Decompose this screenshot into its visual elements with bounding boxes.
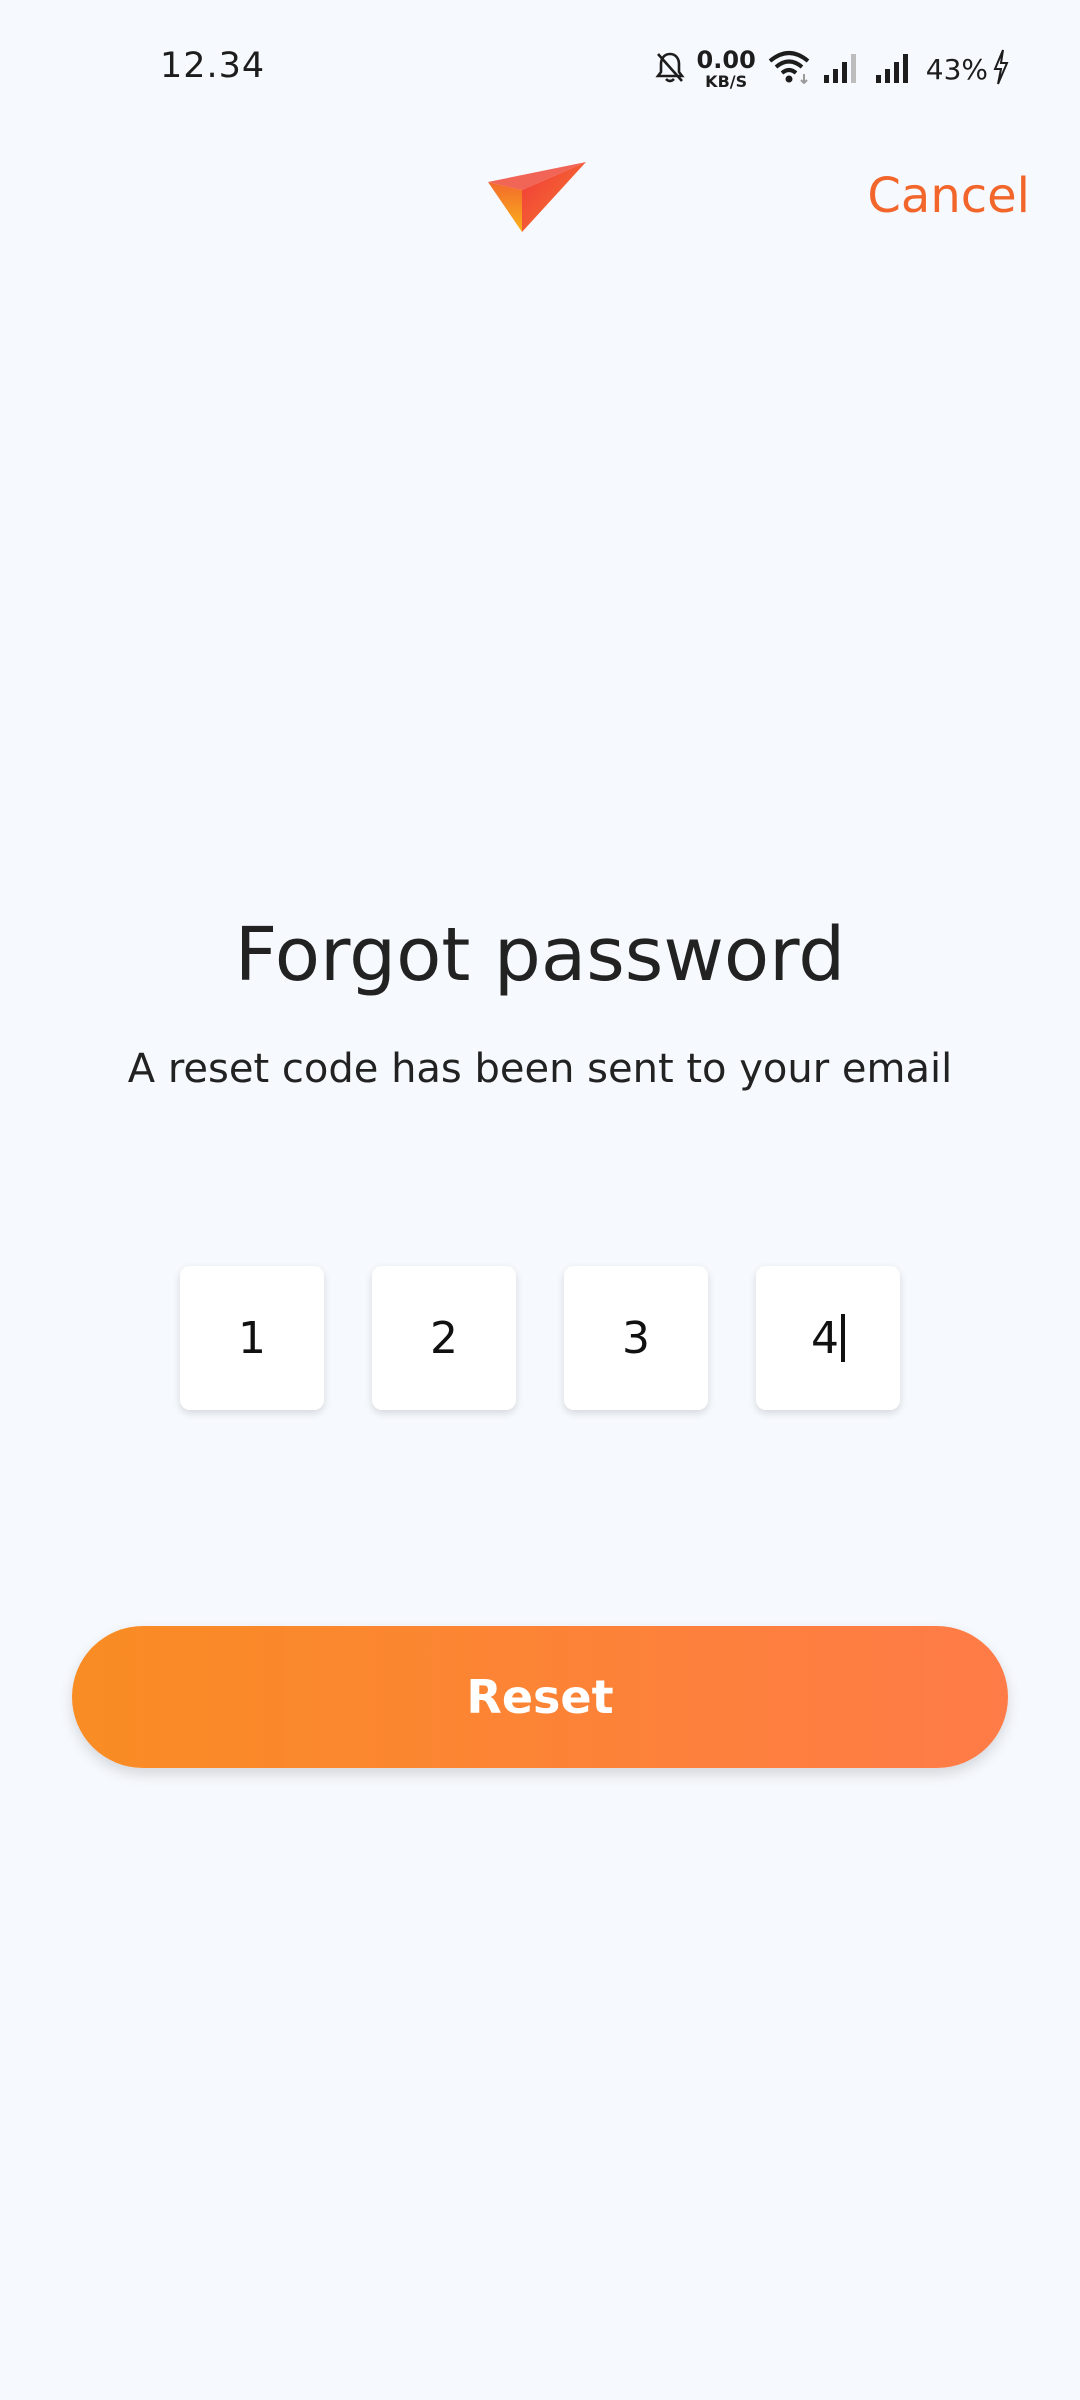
network-speed-unit: KB/S	[705, 72, 748, 91]
code-digit-value: 2	[430, 1312, 458, 1364]
signal-icon	[874, 51, 914, 87]
page-title: Forgot password	[234, 912, 846, 998]
code-digit-2[interactable]: 2	[372, 1266, 516, 1410]
code-digit-value: 1	[238, 1312, 266, 1364]
code-digit-4[interactable]: 4	[756, 1266, 900, 1410]
signal-icon	[822, 51, 862, 87]
reset-button[interactable]: Reset	[72, 1626, 1008, 1768]
charging-icon	[992, 49, 1010, 89]
status-time: 12.34	[160, 46, 266, 86]
network-speed: 0.00 KB/S	[697, 48, 756, 90]
text-cursor	[841, 1314, 845, 1362]
bell-muted-icon	[654, 51, 685, 87]
battery-percentage: 43%	[925, 52, 988, 86]
app-logo-icon	[488, 160, 592, 236]
cancel-button[interactable]: Cancel	[867, 168, 1030, 224]
network-speed-value: 0.00	[696, 46, 756, 74]
reset-code-input: 1 2 3 4	[180, 1266, 900, 1410]
code-digit-value: 3	[622, 1312, 650, 1364]
status-icons: 0.00 KB/S 43%	[643, 46, 1010, 92]
wifi-icon	[768, 50, 810, 88]
code-digit-value: 4	[811, 1312, 839, 1364]
code-digit-3[interactable]: 3	[564, 1266, 708, 1410]
code-digit-1[interactable]: 1	[180, 1266, 324, 1410]
page-subtitle: A reset code has been sent to your email	[127, 1046, 953, 1092]
status-bar: 12.34 0.00 KB/S 43%	[0, 0, 1080, 136]
